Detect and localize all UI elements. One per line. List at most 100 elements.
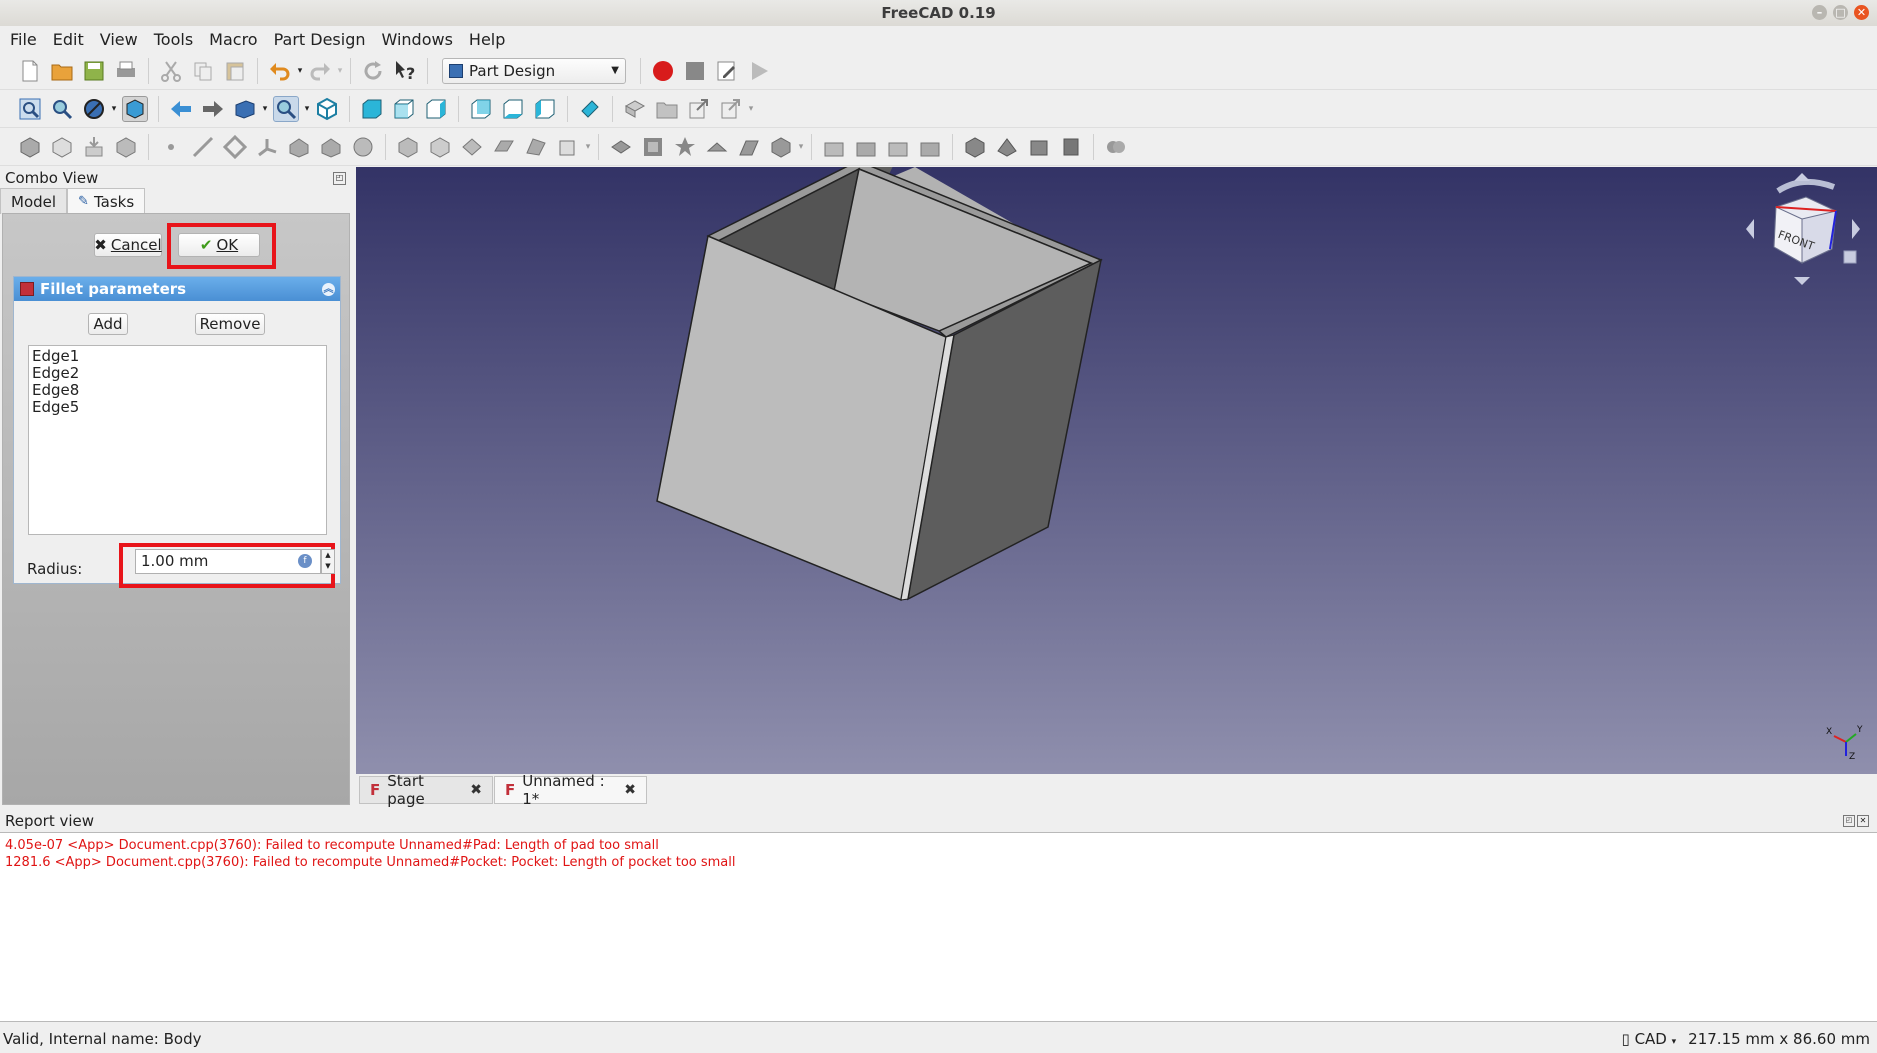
tab-start-page[interactable]: F Start page ✖ [359, 772, 493, 808]
rotate-arc-icon[interactable] [1776, 178, 1836, 194]
local-coordinate-icon[interactable] [255, 135, 279, 159]
chevron-down-icon[interactable]: ▾ [584, 135, 592, 159]
fillet-parameters-header[interactable]: Fillet parameters ︽ [14, 277, 340, 301]
additive-cylinder-icon[interactable] [1059, 135, 1083, 159]
edit-macro-icon[interactable] [715, 59, 739, 83]
create-sketch-icon[interactable] [50, 135, 74, 159]
arrow-right-icon[interactable] [1852, 219, 1860, 239]
new-file-icon[interactable] [18, 59, 42, 83]
hole-icon[interactable] [428, 135, 452, 159]
chevron-down-icon[interactable]: ▾ [747, 97, 755, 121]
menu-edit[interactable]: Edit [43, 30, 90, 49]
subtractive-pipe-icon[interactable] [524, 135, 548, 159]
measure-distance-icon[interactable] [578, 97, 602, 121]
undo-icon[interactable] [268, 59, 292, 83]
link-icon[interactable] [687, 97, 711, 121]
forward-arrow-icon[interactable] [201, 97, 225, 121]
create-part-icon[interactable] [623, 97, 647, 121]
chevron-down-icon[interactable]: ▾ [336, 59, 344, 83]
chevron-down-icon[interactable]: ▾ [303, 97, 311, 121]
rear-view-icon[interactable] [469, 97, 493, 121]
additive-prism-icon[interactable] [1027, 135, 1051, 159]
datum-point-icon[interactable] [159, 135, 183, 159]
edge-list[interactable]: Edge1 Edge2 Edge8 Edge5 [28, 345, 327, 535]
copy-icon[interactable] [191, 59, 215, 83]
paste-icon[interactable] [223, 59, 247, 83]
pocket-icon[interactable] [396, 135, 420, 159]
pad-icon[interactable] [287, 135, 311, 159]
list-item[interactable]: Edge5 [32, 399, 323, 416]
mirrored-icon[interactable] [609, 135, 633, 159]
float-panel-icon[interactable]: ◰ [1843, 815, 1855, 827]
menu-file[interactable]: File [0, 30, 43, 49]
bottom-view-icon[interactable] [501, 97, 525, 121]
chamfer-icon[interactable] [854, 135, 878, 159]
open-folder-icon[interactable] [50, 59, 74, 83]
groove-icon[interactable] [460, 135, 484, 159]
maximize-icon[interactable]: □ [1833, 5, 1848, 20]
validate-sketch-icon[interactable] [82, 135, 106, 159]
linear-pattern-icon[interactable] [641, 135, 665, 159]
shape-binder-icon[interactable] [114, 135, 138, 159]
menu-part-design[interactable]: Part Design [264, 30, 372, 49]
radius-input[interactable]: 1.00 mm f [135, 549, 321, 574]
scaled-icon[interactable] [737, 135, 761, 159]
close-tab-icon[interactable]: ✖ [624, 782, 636, 798]
arrow-left-icon[interactable] [1746, 219, 1754, 239]
bounding-box-icon[interactable] [122, 95, 148, 122]
additive-box-icon[interactable] [963, 135, 987, 159]
subtractive-primitive-icon[interactable] [556, 135, 580, 159]
view-menu-icon[interactable] [1843, 250, 1857, 264]
multi-transform-icon[interactable] [705, 135, 729, 159]
arrow-down-icon[interactable] [1794, 277, 1810, 285]
minimize-icon[interactable]: – [1812, 5, 1827, 20]
create-body-icon[interactable] [18, 135, 42, 159]
record-macro-icon[interactable] [651, 59, 675, 83]
stop-macro-icon[interactable] [683, 59, 707, 83]
ok-button[interactable]: ✔ OK [178, 233, 260, 257]
chevron-down-icon[interactable]: ▾ [110, 97, 118, 121]
polar-pattern-icon[interactable] [673, 135, 697, 159]
refresh-icon[interactable] [361, 59, 385, 83]
menu-view[interactable]: View [90, 30, 144, 49]
list-item[interactable]: Edge1 [32, 348, 323, 365]
fillet-icon[interactable] [822, 135, 846, 159]
datum-line-icon[interactable] [191, 135, 215, 159]
chevron-down-icon[interactable]: ▾ [797, 135, 805, 159]
draw-style-icon[interactable] [82, 97, 106, 121]
list-item[interactable]: Edge2 [32, 365, 323, 382]
chevron-down-icon[interactable]: ▾ [296, 59, 304, 83]
menu-macro[interactable]: Macro [199, 30, 263, 49]
fit-all-icon[interactable] [18, 97, 42, 121]
left-view-icon[interactable] [533, 97, 557, 121]
list-item[interactable]: Edge8 [32, 382, 323, 399]
cancel-button[interactable]: ✖ Cancel [94, 233, 162, 257]
close-tab-icon[interactable]: ✖ [470, 782, 482, 798]
sync-view-icon[interactable] [233, 97, 257, 121]
float-panel-icon[interactable]: ◰ [333, 172, 346, 185]
zoom-icon[interactable] [273, 95, 299, 122]
create-group-icon[interactable] [655, 97, 679, 121]
collapse-icon[interactable]: ︽ [322, 282, 335, 296]
navigation-style[interactable]: ▯ CAD ▾ [1622, 1030, 1677, 1048]
datum-plane-icon[interactable] [223, 134, 247, 159]
tab-tasks[interactable]: ✎ Tasks [67, 188, 146, 214]
revolution-icon[interactable] [319, 135, 343, 159]
3d-viewport[interactable]: X Y Z FRONT [356, 160, 1877, 774]
expression-icon[interactable]: f [298, 554, 312, 568]
additive-wedge-icon[interactable] [995, 135, 1019, 159]
thickness-icon[interactable] [886, 135, 910, 159]
loft-icon[interactable] [351, 135, 375, 159]
menu-tools[interactable]: Tools [144, 30, 199, 49]
top-view-icon[interactable] [392, 97, 416, 121]
print-icon[interactable] [114, 59, 138, 83]
link-actions-icon[interactable] [719, 97, 743, 121]
save-icon[interactable] [82, 59, 106, 83]
back-arrow-icon[interactable] [169, 97, 193, 121]
tab-model[interactable]: Model [0, 188, 68, 214]
right-view-icon[interactable] [424, 97, 448, 121]
arrow-up-icon[interactable] [1794, 173, 1810, 181]
draft-icon[interactable] [769, 135, 793, 159]
fit-selection-icon[interactable] [50, 97, 74, 121]
navigation-cube[interactable]: FRONT [1736, 167, 1876, 292]
